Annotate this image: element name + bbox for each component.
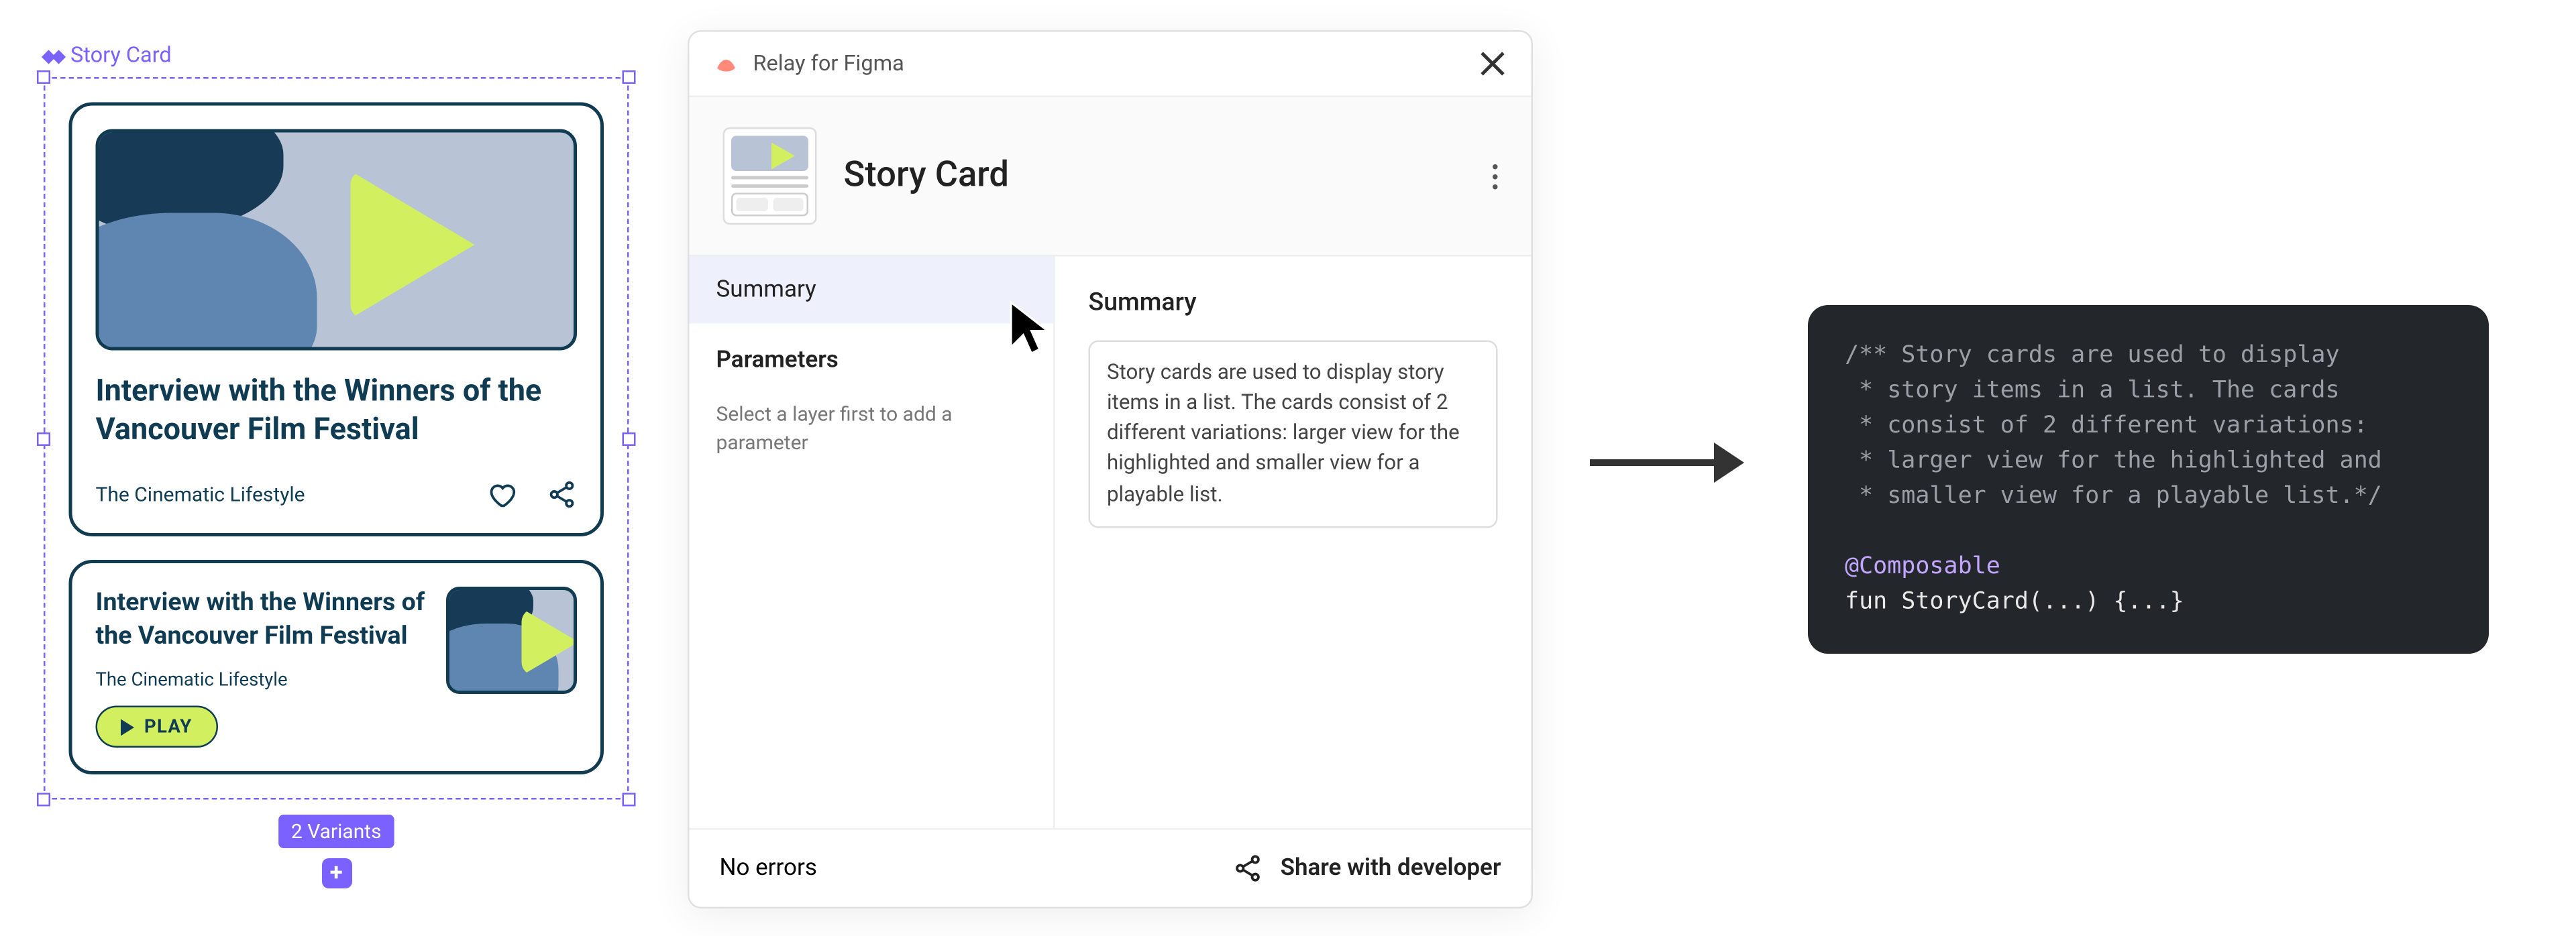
code-doc-line: * smaller view for a playable list.*/ [1845,483,2382,510]
parameters-help-text: Select a layer first to add a parameter [690,394,1054,484]
share-label: Share with developer [1281,855,1501,882]
tab-parameters[interactable]: Parameters [690,324,1054,394]
play-icon [521,608,577,675]
resize-handle[interactable] [37,432,50,445]
resize-handle[interactable] [623,793,636,807]
play-icon [350,171,474,318]
card-title: Interview with the Winners of the Vancou… [96,587,427,652]
component-thumbnail [723,127,817,225]
share-icon [1234,854,1264,884]
resize-handle[interactable] [623,432,636,445]
share-with-developer-button[interactable]: Share with developer [1234,854,1501,884]
sidebar: Summary Parameters Select a layer first … [690,257,1055,829]
relay-logo-icon [713,50,740,77]
component-label: Story Card [44,44,172,69]
summary-textarea[interactable] [1089,341,1498,528]
code-doc-line: * consist of 2 different variations: [1845,412,2368,439]
play-button[interactable]: PLAY [96,706,218,748]
variants-badge: 2 Variants [278,815,395,848]
close-button[interactable] [1478,49,1508,79]
main-heading: Summary [1089,287,1498,317]
code-fn: fun StoryCard(...) {...} [1845,589,2184,616]
story-card-large[interactable]: Interview with the Winners of the Vancou… [69,103,604,537]
code-doc-line: * larger view for the highlighted and [1845,448,2382,475]
component-icon [44,46,64,66]
card-subtitle: The Cinematic Lifestyle [96,483,305,506]
panel-brand: Relay for Figma [713,50,904,77]
relay-panel: Relay for Figma Story Card Summary Param… [688,30,1533,909]
code-preview: /** Story cards are used to display * st… [1808,305,2489,654]
story-card-small[interactable]: Interview with the Winners of the Vancou… [69,560,604,774]
card-title: Interview with the Winners of the Vancou… [96,374,578,450]
panel-brand-text: Relay for Figma [753,51,904,76]
card-subtitle: The Cinematic Lifestyle [96,669,427,691]
hero-image [96,129,578,351]
more-menu-button[interactable] [1493,164,1498,189]
panel-title: Story Card [844,156,1466,196]
component-selection-frame[interactable]: Interview with the Winners of the Vancou… [44,77,629,800]
tab-summary[interactable]: Summary [690,257,1054,324]
resize-handle[interactable] [37,793,50,807]
play-icon [121,718,134,735]
thumbnail [446,587,577,694]
add-variant-button[interactable]: + [321,858,352,888]
resize-handle[interactable] [37,70,50,84]
code-doc-line: * story items in a list. The cards [1845,377,2340,404]
share-icon[interactable] [547,479,577,510]
play-label: PLAY [144,716,193,738]
cursor-icon [1006,298,1057,355]
resize-handle[interactable] [623,70,636,84]
code-annotation: @Composable [1845,553,2000,580]
component-label-text: Story Card [70,44,172,69]
code-doc-line: /** Story cards are used to display [1845,342,2340,369]
arrow-icon [1590,443,1744,483]
heart-icon[interactable] [486,479,517,510]
status-text: No errors [720,855,817,882]
